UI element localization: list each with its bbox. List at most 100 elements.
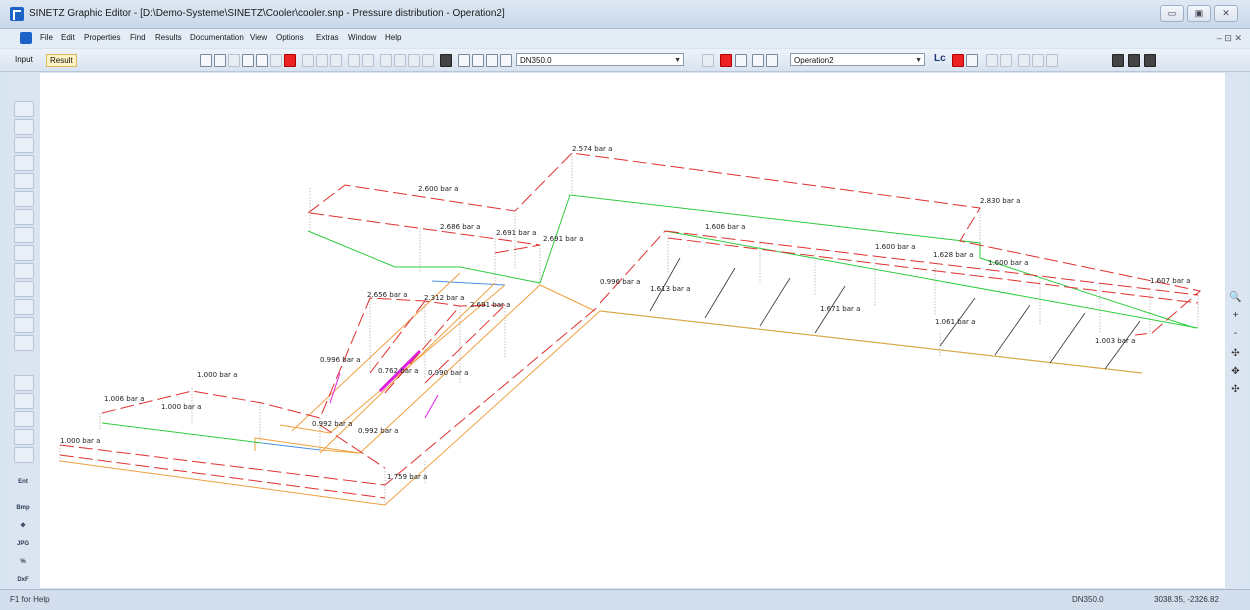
info-icon[interactable] (458, 54, 470, 67)
menu-extras[interactable]: Extras (316, 33, 339, 42)
pressure-label: 0.762 bar a (378, 367, 419, 375)
list-icon[interactable] (735, 54, 747, 67)
pointer-icon[interactable] (472, 54, 484, 67)
menu-find[interactable]: Find (130, 33, 146, 42)
menu-properties[interactable]: Properties (84, 33, 120, 42)
bend-tool-icon[interactable] (14, 155, 34, 171)
menu-results[interactable]: Results (155, 33, 182, 42)
print-icon[interactable] (242, 54, 254, 67)
paste-icon[interactable] (330, 54, 342, 67)
tab-input[interactable]: Input (12, 54, 36, 65)
pressure-label: 2.691 bar a (496, 229, 537, 237)
zoom-in-icon[interactable]: + (1229, 309, 1242, 322)
reducer-tool-icon[interactable] (14, 335, 34, 351)
bmp-button[interactable]: Bmp (14, 501, 32, 515)
menu-view[interactable]: View (250, 33, 267, 42)
tab-result[interactable]: Result (46, 54, 77, 67)
orifice-tool-icon[interactable] (14, 281, 34, 297)
align-icon[interactable] (986, 54, 998, 67)
pressure-label: 2.656 bar a (367, 291, 408, 299)
source-tool-icon[interactable] (14, 263, 34, 279)
pipe-tool-icon[interactable] (14, 137, 34, 153)
export-icon[interactable] (284, 54, 296, 67)
draw-valve-icon[interactable] (422, 54, 434, 67)
drawing-canvas[interactable]: 2.574 bar a 2.830 bar a 2.600 bar a 2.68… (40, 73, 1225, 588)
draw-element-icon[interactable] (394, 54, 406, 67)
valve-tool-icon[interactable] (14, 173, 34, 189)
symbol-tool-icon[interactable] (14, 429, 34, 445)
filter-icon[interactable] (1032, 54, 1044, 67)
chevron-down-icon: ▼ (915, 57, 922, 64)
dimension-tool-icon[interactable] (14, 393, 34, 409)
pipe-tool-icon[interactable] (440, 54, 452, 67)
view-3d-icon[interactable] (1128, 54, 1140, 67)
redo-icon[interactable] (362, 54, 374, 67)
cut-icon[interactable] (302, 54, 314, 67)
draw-node-icon[interactable] (408, 54, 420, 67)
menu-help[interactable]: Help (385, 33, 401, 42)
jpg-button[interactable]: JPG (14, 537, 32, 551)
copy-icon[interactable] (316, 54, 328, 67)
pan-icon[interactable]: ✣ (1229, 347, 1242, 360)
menu-edit[interactable]: Edit (61, 33, 75, 42)
maximize-button[interactable]: ▣ (1187, 5, 1211, 22)
minimize-button[interactable]: ▭ (1160, 5, 1184, 22)
save-icon[interactable] (228, 54, 240, 67)
lc-button[interactable]: Lc (934, 53, 946, 64)
help-icon[interactable] (752, 54, 764, 67)
tank-tool-icon[interactable] (14, 209, 34, 225)
mdi-controls[interactable]: – ⊡ ✕ (1217, 33, 1242, 44)
select-tool-icon[interactable] (14, 101, 34, 117)
preview-icon[interactable] (256, 54, 268, 67)
menu-file[interactable]: File (40, 33, 53, 42)
node-tool-icon[interactable] (14, 119, 34, 135)
label-icon[interactable] (1046, 54, 1058, 67)
zoom-icon[interactable]: 🔍 (1229, 291, 1242, 304)
cross-segments (649, 257, 1141, 370)
status-bar: F1 for Help DN350.0 3038.35, -2326.82 (0, 589, 1250, 610)
page-icon[interactable] (270, 54, 282, 67)
chart-icon[interactable] (702, 54, 714, 67)
view-text-icon[interactable] (1144, 54, 1156, 67)
tee-tool-icon[interactable] (14, 317, 34, 333)
toolbar: Input Result DN350.0 ▼ Operation2 ▼ Lc (0, 49, 1250, 72)
move-icon[interactable]: ✥ (1229, 365, 1242, 378)
open-icon[interactable] (214, 54, 226, 67)
pressure-label: 1.003 bar a (1095, 337, 1136, 345)
text-tool-icon[interactable] (14, 411, 34, 427)
pump-tool-icon[interactable] (14, 191, 34, 207)
measure-tool-icon[interactable] (14, 375, 34, 391)
scale-button[interactable]: % (14, 555, 32, 569)
draw-pipe-icon[interactable] (380, 54, 392, 67)
pressure-label: 2.830 bar a (980, 197, 1021, 205)
dn-select[interactable]: DN350.0 ▼ (516, 53, 684, 66)
consumer-tool-icon[interactable] (14, 245, 34, 261)
pressure-label: 1.061 bar a (935, 318, 976, 326)
operation-select[interactable]: Operation2 ▼ (790, 53, 925, 66)
document-icon[interactable] (20, 32, 32, 44)
move-icon[interactable]: ✥ (14, 519, 32, 533)
results-icon[interactable] (720, 54, 732, 67)
ent-button[interactable]: Ent (14, 475, 32, 489)
context-help-icon[interactable] (766, 54, 778, 67)
layer-icon[interactable] (1112, 54, 1124, 67)
new-icon[interactable] (200, 54, 212, 67)
dxf-button[interactable]: DxF (14, 573, 32, 587)
measure-icon[interactable] (1018, 54, 1030, 67)
diameter-icon[interactable] (500, 54, 512, 67)
menu-documentation[interactable]: Documentation (190, 33, 244, 42)
close-button[interactable]: ✕ (1214, 5, 1238, 22)
heat-exchanger-tool-icon[interactable] (14, 227, 34, 243)
undo-icon[interactable] (348, 54, 360, 67)
zoom-out-icon[interactable]: - (1229, 327, 1242, 340)
menu-options[interactable]: Options (276, 33, 304, 42)
pressure-label: 1.000 bar a (161, 403, 202, 411)
fit-view-icon[interactable]: ✣ (1229, 383, 1242, 396)
layer-tool-icon[interactable] (14, 447, 34, 463)
filter-tool-icon[interactable] (14, 299, 34, 315)
pressure-icon[interactable] (952, 54, 964, 67)
bar-chart-icon[interactable] (966, 54, 978, 67)
menu-window[interactable]: Window (348, 33, 376, 42)
table-icon[interactable] (486, 54, 498, 67)
grid-icon[interactable] (1000, 54, 1012, 67)
